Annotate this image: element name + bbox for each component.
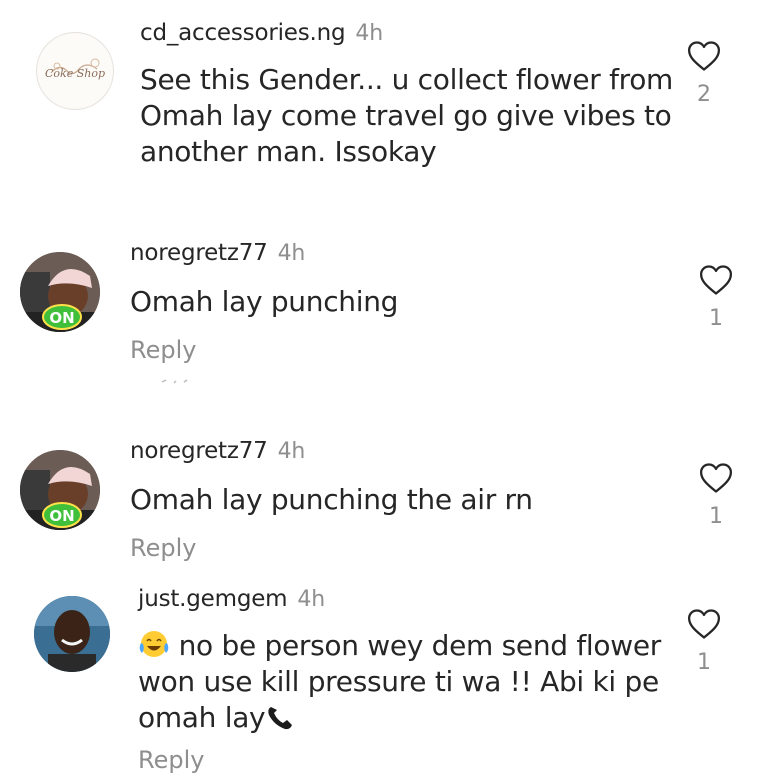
username-text[interactable]: noregretz77 [130, 240, 268, 266]
like-control: 2 [682, 40, 726, 107]
comment-text-line: won use kill pressure ti wa !! Abi ki pe [138, 665, 659, 698]
comment-timestamp: 4h [277, 439, 306, 464]
comment-text-segment: no be person wey dem send flower [178, 629, 662, 662]
like-count: 2 [697, 82, 711, 107]
comment-timestamp: 4h [297, 587, 325, 612]
heart-icon[interactable] [699, 264, 733, 296]
comment-text-line: Omah lay come travel go give vibes to [140, 99, 672, 132]
reply-button[interactable]: Reply [138, 746, 204, 774]
svg-text:ON: ON [49, 309, 74, 327]
comment-text-segment: omah lay [138, 701, 266, 734]
comment-timestamp: 4h [277, 241, 306, 266]
comment-text-line: See this Gender... u collect flower from [140, 63, 674, 96]
svg-text:Coke Shop: Coke Shop [45, 67, 105, 80]
username-text[interactable]: cd_accessories.ng [140, 20, 346, 46]
comment-text: no be person wey dem send flower won use… [138, 628, 661, 736]
comment-timestamp: 4h [355, 21, 383, 46]
avatar[interactable]: Coke Shop [36, 32, 114, 110]
comment-text-line: no be person wey dem send flower [138, 628, 661, 664]
heart-icon[interactable] [687, 608, 721, 640]
avatar[interactable]: ON [20, 450, 100, 530]
like-control: 1 [694, 462, 738, 529]
svg-text:ON: ON [49, 507, 74, 525]
comment-text-line: another man. Issokay [140, 135, 437, 168]
brand-logo-icon: Coke Shop [38, 34, 112, 108]
comment-username[interactable]: just.gemgem 4h [138, 586, 325, 612]
comment-username[interactable]: noregretz77 4h [130, 438, 305, 464]
heart-icon[interactable] [699, 462, 733, 494]
username-text[interactable]: just.gemgem [138, 586, 288, 612]
like-count: 1 [709, 504, 723, 529]
comment-username[interactable]: noregretz77 4h [130, 240, 305, 266]
avatar[interactable] [34, 596, 110, 672]
user-photo-icon [34, 596, 110, 672]
avatar[interactable]: ON [20, 252, 100, 332]
divider-mark [161, 379, 188, 384]
reply-button[interactable]: Reply [130, 534, 196, 562]
like-count: 1 [709, 306, 723, 331]
comment-text: See this Gender... u collect flower from… [140, 62, 673, 170]
like-control: 1 [694, 264, 738, 331]
on-badge-icon: ON [42, 304, 82, 330]
comment-username[interactable]: cd_accessories.ng 4h [140, 20, 383, 46]
comment-text-line: omah lay [138, 700, 661, 736]
on-badge-icon: ON [42, 502, 82, 528]
joy-emoji-icon [139, 631, 169, 657]
comment-text: Omah lay punching the air rn [130, 483, 533, 516]
like-control: 1 [682, 608, 726, 675]
reply-button[interactable]: Reply [130, 336, 196, 364]
username-text[interactable]: noregretz77 [130, 438, 268, 464]
comment-text: Omah lay punching [130, 285, 399, 318]
telephone-emoji-icon [268, 707, 293, 730]
like-count: 1 [697, 650, 711, 675]
heart-icon[interactable] [687, 40, 721, 72]
